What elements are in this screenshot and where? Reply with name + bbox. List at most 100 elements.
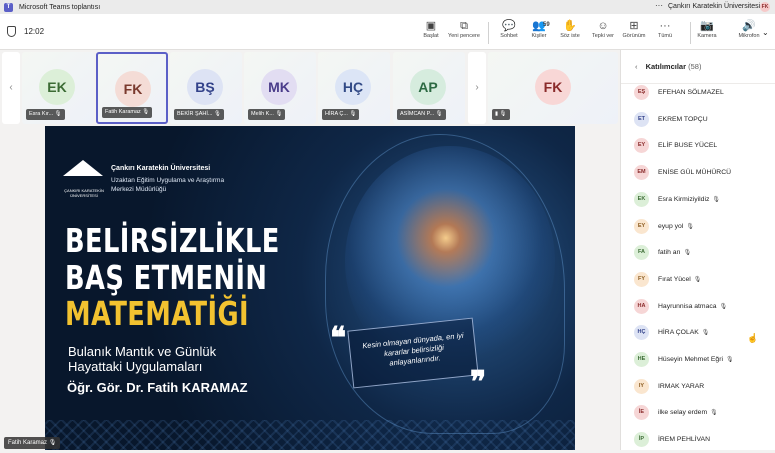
avatar: AP <box>410 69 446 105</box>
view-icon: ⊞ <box>629 20 639 32</box>
participant-name-tag: Esra Kır... 🎙 <box>26 109 65 120</box>
participant-name-tag: Melih K... 🎙 <box>248 109 286 120</box>
participants-panel: ‹ Katılımcılar (58) EŞ EFEHAN SÖLMAZEL ET E… <box>620 50 775 450</box>
participant-tile[interactable]: MK Melih K... 🎙 <box>244 52 316 124</box>
participant-name-wrap: EKREM TOPÇU <box>658 116 708 123</box>
decorative-pattern <box>45 420 575 450</box>
list-item[interactable]: HA Hayrunnisa atmaca 🎙 <box>621 294 775 320</box>
microphone-icon: 🔊 <box>742 20 756 32</box>
scroll-left-button[interactable]: ‹ <box>2 52 20 124</box>
mouse-cursor-icon: ☝ <box>747 333 759 343</box>
mic-muted-icon: 🎙 <box>710 410 718 417</box>
mic-muted-icon: 🎙 <box>701 330 710 337</box>
shared-screen-slide: ÇANKIRI KARATEKİN ÜNİVERSİTESİ Çankırı K… <box>45 126 575 450</box>
toolbar-divider <box>488 22 489 44</box>
toolbar-button-label: Mikrofon <box>738 33 760 39</box>
participant-name: Fırat Yücel <box>658 275 691 283</box>
camera-off-icon: 📷 <box>700 20 714 32</box>
title-bar: T Microsoft Teams toplantısı ··· Çankırı… <box>0 0 775 14</box>
toolbar-button-görünüm[interactable]: ⊞ Görünüm <box>617 19 651 39</box>
list-item[interactable]: FY Fırat Yücel 🎙 <box>621 267 775 293</box>
slide-title-line-1: BELİRSİZLİKLE <box>65 221 280 260</box>
list-item[interactable]: IY IRMAK YARAR <box>621 374 775 400</box>
raise-hand-icon: ✋ <box>563 20 577 32</box>
participant-name: EKREM TOPÇU <box>658 115 708 123</box>
avatar: EY <box>634 218 649 234</box>
participant-name: HİRA ÇOLAK <box>658 329 699 337</box>
list-item[interactable]: EM ENİSE GÜL MÜHÜRCÜ <box>621 160 775 186</box>
mic-muted-icon: 🎙 <box>683 250 692 257</box>
quote-open-icon: ❝ <box>330 322 347 355</box>
people-count-badge: 59 <box>543 22 550 28</box>
avatar: İP <box>634 432 649 448</box>
toolbar-button-label: Tepki ver <box>591 33 614 39</box>
participant-name-wrap: HİRA ÇOLAK 🎙 <box>658 329 709 336</box>
shield-icon <box>7 26 16 37</box>
toolbar-button-label: Tümü <box>657 33 673 39</box>
avatar: EM <box>634 165 649 181</box>
mic-muted-icon: 🎙 <box>434 111 443 117</box>
toolbar-button-label: Kamera <box>697 33 717 39</box>
university-name: Çankırı Karatekin Üniversitesi <box>111 165 211 172</box>
toolbar-button-mikrofon[interactable]: 🔊 Mikrofon <box>732 19 766 39</box>
reaction-icon: ☺ <box>597 20 609 32</box>
toolbar-button-label: Görünüm <box>622 33 646 39</box>
participant-name: Melih K... <box>251 111 274 117</box>
participant-name-tag: HİRA Ç... 🎙 <box>322 109 360 120</box>
toolbar-button-sohbet[interactable]: 💬 Sohbet <box>492 19 526 39</box>
center-name: Uzaktan Eğitim Uygulama ve Araştırma Mer… <box>111 177 225 193</box>
avatar: FK <box>115 71 151 107</box>
avatar: BŞ <box>187 69 223 105</box>
back-arrow-icon[interactable]: ‹ <box>635 62 638 71</box>
participant-tile[interactable]: EK Esra Kır... 🎙 <box>22 52 94 124</box>
participant-tile[interactable]: BŞ BEKİR ŞAHİ... 🎙 <box>170 52 242 124</box>
toolbar-button-söz-iste[interactable]: ✋ Söz iste <box>553 19 587 39</box>
list-item[interactable]: EY ELİF BUSE YÜCEL <box>621 133 775 159</box>
participant-tile[interactable]: AP ASİMCAN P... 🎙 <box>393 52 465 124</box>
scroll-right-button[interactable]: › <box>468 52 486 124</box>
participant-tile[interactable]: HÇ HİRA Ç... 🎙 <box>318 52 390 124</box>
toolbar-button-tepki-ver[interactable]: ☺ Tepki ver <box>586 19 620 39</box>
list-item[interactable]: EŞ EFEHAN SÖLMAZEL <box>621 80 775 106</box>
toolbar-button-label: Başlat <box>423 33 439 39</box>
participant-count: (58) <box>688 62 702 71</box>
list-item[interactable]: İE ilke selay erdem 🎙 <box>621 400 775 426</box>
toolbar-button-yeni-pencere[interactable]: ⧉ Yeni pencere <box>447 19 481 39</box>
participant-name-wrap: İREM PEHLİVAN <box>658 436 710 443</box>
mic-muted-icon: 🎙 <box>719 303 728 310</box>
mic-muted-icon: 🎙 <box>273 111 283 117</box>
participant-name: HİRA Ç... <box>325 111 348 117</box>
participant-name: Esra Kır... <box>29 111 54 117</box>
participant-name-wrap: ELİF BUSE YÜCEL <box>658 142 717 149</box>
mic-muted-icon: 🎙 <box>347 111 357 117</box>
more-options-icon[interactable]: ··· <box>655 1 663 10</box>
list-item[interactable]: HE Hüseyin Mehmet Eğri 🎙 <box>621 347 775 373</box>
screen-share-icon: ▣ <box>425 20 437 32</box>
toolbar-button-tümü[interactable]: ··· Tümü <box>648 19 682 39</box>
people-icon: 👥 <box>532 20 546 32</box>
mic-muted-icon: ▮ 🎙 <box>495 111 507 117</box>
avatar: FY <box>634 271 649 287</box>
toolbar-button-label: Sohbet <box>500 33 518 39</box>
list-item[interactable]: EY eyup yol 🎙 <box>621 214 775 240</box>
participant-tile[interactable]: FK ▮ 🎙 <box>488 52 618 124</box>
chevron-down-icon[interactable]: ⌄ <box>762 28 769 37</box>
more-icon: ··· <box>659 20 671 32</box>
slide-title-line-2: BAŞ ETMENİN <box>65 258 268 297</box>
participant-name-wrap: Esra Kirmiziyildiz 🎙 <box>658 196 720 203</box>
panel-title: Katılımcılar <box>645 62 687 71</box>
participant-name: Hayrunnisa atmaca <box>658 302 717 310</box>
list-item[interactable]: FA fatih arı 🎙 <box>621 240 775 266</box>
participant-name-tag: ▮ 🎙 <box>492 109 510 120</box>
participant-name-tag: BEKİR ŞAHİ... 🎙 <box>174 109 224 120</box>
user-avatar[interactable]: FK <box>760 2 770 12</box>
toolbar-button-kamera[interactable]: 📷 Kamera <box>690 19 724 39</box>
list-item[interactable]: İP İREM PEHLİVAN <box>621 427 775 453</box>
toolbar-button-kişiler[interactable]: 👥 59 Kişiler <box>522 19 556 39</box>
toolbar-button-başlat[interactable]: ▣ Başlat <box>414 19 448 39</box>
participant-name-wrap: Hayrunnisa atmaca 🎙 <box>658 303 727 310</box>
mic-muted-icon: 🎙 <box>48 440 57 446</box>
participant-tile[interactable]: FK Fatih Karamaz 🎙 <box>96 52 168 124</box>
list-item[interactable]: ET EKREM TOPÇU <box>621 107 775 133</box>
list-item[interactable]: EK Esra Kirmiziyildiz 🎙 <box>621 187 775 213</box>
